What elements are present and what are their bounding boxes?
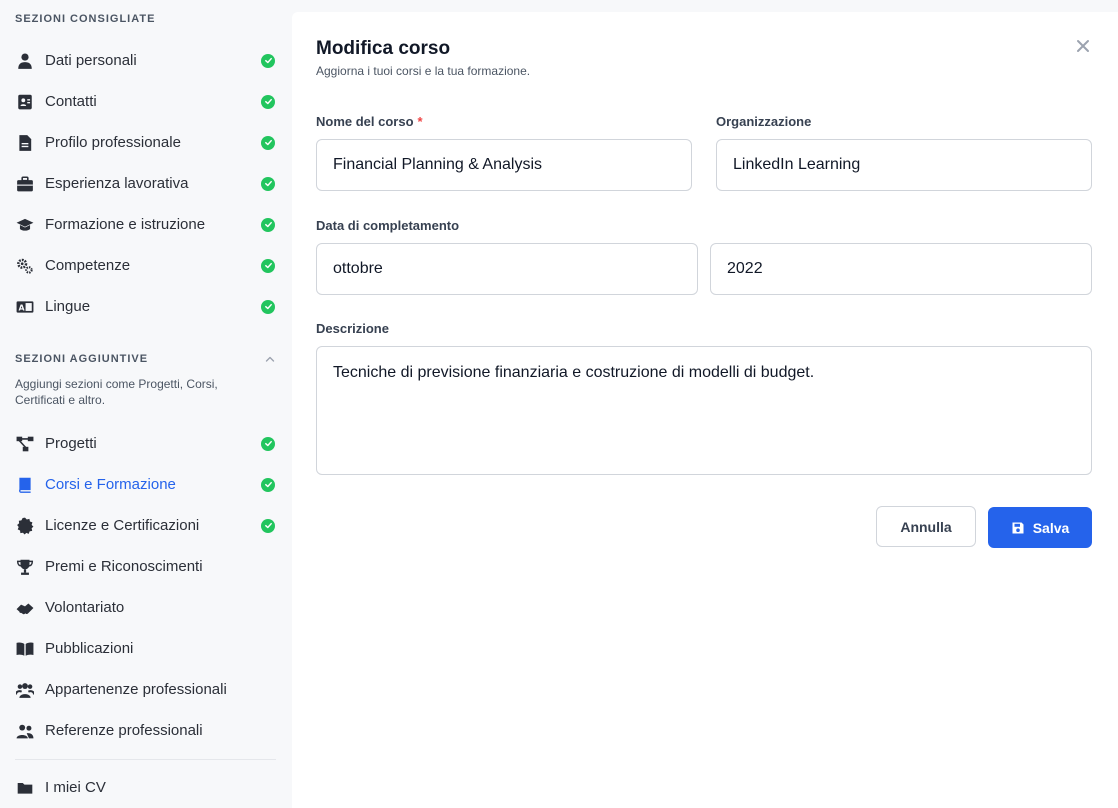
completion-date-label: Data di completamento xyxy=(316,218,460,233)
sidebar-item-label: Lingue xyxy=(45,298,91,315)
organization-input[interactable] xyxy=(716,139,1092,191)
sidebar-item-label: Progetti xyxy=(45,435,97,452)
sidebar-item-progetti[interactable]: Progetti xyxy=(0,423,291,464)
required-asterisk: * xyxy=(417,114,423,129)
gears-icon xyxy=(16,257,34,275)
users-icon xyxy=(16,681,34,699)
sidebar-item-label: Profilo professionale xyxy=(45,134,181,151)
sidebar-item-label: Dati personali xyxy=(45,52,137,69)
sidebar-item-label: Licenze e Certificazioni xyxy=(45,517,200,534)
sidebar-item-competenze[interactable]: Competenze xyxy=(0,245,291,286)
course-name-label-text: Nome del corso xyxy=(316,114,414,129)
sidebar-item-label: Contatti xyxy=(45,93,97,110)
check-circle-icon xyxy=(261,436,275,451)
sidebar-item-appartenenze-professionali[interactable]: Appartenenze professionali xyxy=(0,669,291,710)
svg-text:A: A xyxy=(18,303,25,312)
panel-title: Modifica corso xyxy=(316,38,451,59)
save-button-label: Salva xyxy=(1032,519,1070,536)
check-circle-icon xyxy=(261,135,275,150)
sidebar-item-label: Premi e Riconoscimenti xyxy=(45,558,203,575)
check-circle-icon xyxy=(261,477,275,492)
language-icon: A xyxy=(16,298,34,316)
description-textarea[interactable]: Tecniche di previsione finanziaria e cos… xyxy=(316,346,1092,475)
check-circle-icon xyxy=(261,53,275,68)
sidebar-item-label: Pubblicazioni xyxy=(45,640,134,657)
project-diagram-icon xyxy=(16,435,34,453)
additional-sections-title: SEZIONI AGGIUNTIVE xyxy=(15,353,149,365)
check-circle-icon xyxy=(261,258,275,273)
sidebar-item-formazione-e-istruzione[interactable]: Formazione e istruzione xyxy=(0,204,291,245)
check-circle-icon xyxy=(261,176,275,191)
check-circle-icon xyxy=(261,518,275,533)
trophy-icon xyxy=(16,558,34,576)
sidebar-item-label: Competenze xyxy=(45,257,131,274)
check-circle-icon xyxy=(261,94,275,109)
sidebar-item-dati-personali[interactable]: Dati personali xyxy=(0,40,291,81)
sidebar-item-lingue[interactable]: A Lingue xyxy=(0,286,291,327)
sidebar-item-my-cvs[interactable]: I miei CV xyxy=(0,767,291,808)
check-circle-icon xyxy=(261,299,275,314)
sidebar-item-label: Esperienza lavorativa xyxy=(45,175,189,192)
sidebar-item-label: Appartenenze professionali xyxy=(45,681,227,698)
panel-subtitle: Aggiorna i tuoi corsi e la tua formazion… xyxy=(316,64,531,78)
book-icon xyxy=(16,476,34,494)
course-name-label: Nome del corso * xyxy=(316,114,423,129)
close-icon[interactable] xyxy=(1076,39,1094,57)
organization-label: Organizzazione xyxy=(716,114,812,129)
chevron-up-icon[interactable] xyxy=(264,352,276,364)
save-icon xyxy=(1011,521,1025,535)
user-icon xyxy=(16,52,34,70)
cancel-button[interactable]: Annulla xyxy=(876,506,976,547)
additional-sections-description: Aggiungi sezioni come Progetti, Corsi, C… xyxy=(15,377,218,407)
handshake-icon xyxy=(16,599,34,617)
sidebar-item-label: Volontariato xyxy=(45,599,125,616)
sidebar-item-profilo-professionale[interactable]: Profilo professionale xyxy=(0,122,291,163)
sidebar: SEZIONI CONSIGLIATE Dati personali Contat… xyxy=(0,0,291,808)
edit-course-panel: Modifica corso Aggiorna i tuoi corsi e l… xyxy=(292,12,1118,808)
graduation-cap-icon xyxy=(16,216,34,234)
sidebar-item-premi-e-riconoscimenti[interactable]: Premi e Riconoscimenti xyxy=(0,546,291,587)
check-circle-icon xyxy=(261,217,275,232)
sidebar-item-label: Formazione e istruzione xyxy=(45,216,206,233)
certificate-icon xyxy=(16,517,34,535)
completion-month-input[interactable] xyxy=(316,243,698,295)
user-group-icon xyxy=(16,722,34,740)
sidebar-item-licenze-e-certificazioni[interactable]: Licenze e Certificazioni xyxy=(0,505,291,546)
address-card-icon xyxy=(16,93,34,111)
document-icon xyxy=(16,134,34,152)
save-button[interactable]: Salva xyxy=(988,507,1092,548)
folder-icon xyxy=(16,779,34,797)
course-name-input[interactable] xyxy=(316,139,692,191)
sidebar-item-referenze-professionali[interactable]: Referenze professionali xyxy=(0,710,291,751)
sidebar-item-corsi-e-formazione[interactable]: Corsi e Formazione xyxy=(0,464,291,505)
recommended-sections-title: SEZIONI CONSIGLIATE xyxy=(15,13,156,25)
sidebar-item-contatti[interactable]: Contatti xyxy=(0,81,291,122)
sidebar-item-label: Corsi e Formazione xyxy=(45,476,176,493)
briefcase-icon xyxy=(16,175,34,193)
sidebar-divider xyxy=(15,759,276,760)
open-book-icon xyxy=(16,640,34,658)
sidebar-item-volontariato[interactable]: Volontariato xyxy=(0,587,291,628)
sidebar-item-label: Referenze professionali xyxy=(45,722,203,739)
sidebar-item-esperienza-lavorativa[interactable]: Esperienza lavorativa xyxy=(0,163,291,204)
completion-year-input[interactable] xyxy=(710,243,1092,295)
sidebar-item-pubblicazioni[interactable]: Pubblicazioni xyxy=(0,628,291,669)
description-label: Descrizione xyxy=(316,321,389,336)
sidebar-item-label: I miei CV xyxy=(45,779,106,796)
